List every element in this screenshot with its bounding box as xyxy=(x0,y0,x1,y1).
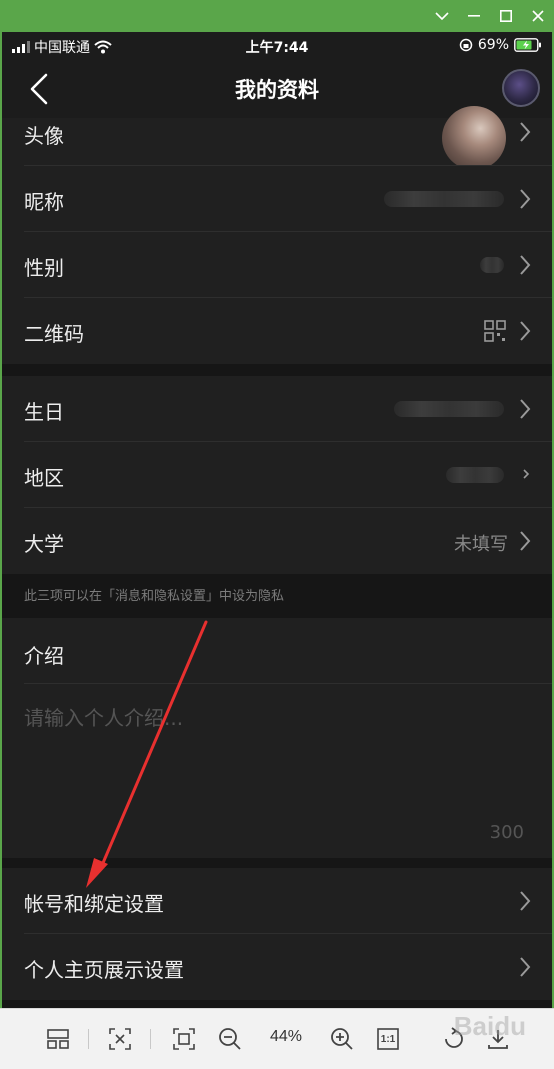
privacy-hint: 此三项可以在「消息和隐私设置」中设为隐私 xyxy=(24,589,285,604)
row-avatar-label: 头像 xyxy=(24,124,64,148)
rotation-lock-icon xyxy=(459,38,473,52)
section-divider xyxy=(2,858,552,868)
blurred-value xyxy=(394,401,504,417)
row-qrcode[interactable]: 二维码 xyxy=(2,298,552,364)
chevron-down-icon[interactable] xyxy=(426,0,458,32)
row-homepage-label: 个人主页展示设置 xyxy=(24,958,184,982)
qrcode-icon xyxy=(484,320,506,342)
intro-placeholder: 请输入个人介绍... xyxy=(24,706,184,730)
page-title: 我的资料 xyxy=(235,78,319,102)
battery-icon xyxy=(514,38,541,52)
zoom-in-icon[interactable] xyxy=(328,1025,356,1053)
viewer-toolbar: 44% 1:1 Baidu xyxy=(0,1008,554,1069)
section-divider xyxy=(2,1000,552,1008)
battery-percent: 69% xyxy=(477,37,509,53)
actual-size-button[interactable]: 1:1 xyxy=(374,1025,402,1053)
row-account-binding[interactable]: 帐号和绑定设置 xyxy=(2,868,552,934)
chevron-right-icon xyxy=(520,399,531,419)
actual-size-label: 1:1 xyxy=(380,1033,396,1045)
row-homepage-settings[interactable]: 个人主页展示设置 xyxy=(2,934,552,1000)
minimize-icon[interactable] xyxy=(458,0,490,32)
row-gender-label: 性别 xyxy=(24,256,64,280)
maximize-icon[interactable] xyxy=(490,0,522,32)
chevron-right-icon xyxy=(520,255,531,275)
row-account-label: 帐号和绑定设置 xyxy=(24,892,164,916)
chevron-right-icon xyxy=(520,891,531,911)
row-region-label: 地区 xyxy=(24,466,64,490)
intro-char-count: 300 xyxy=(489,822,524,843)
zoom-out-icon[interactable] xyxy=(216,1025,244,1053)
window-titlebar xyxy=(0,0,554,32)
row-intro-label: 介绍 xyxy=(24,644,64,668)
row-university-label: 大学 xyxy=(24,532,64,556)
row-intro: 介绍 xyxy=(2,618,552,684)
thumbnail-grid-icon[interactable] xyxy=(44,1025,72,1053)
chevron-right-icon xyxy=(523,469,530,479)
row-nickname[interactable]: 昵称 xyxy=(2,166,552,232)
intro-input[interactable]: 请输入个人介绍... 300 xyxy=(2,684,552,858)
blurred-value xyxy=(446,467,504,483)
row-university-value: 未填写 xyxy=(454,534,508,555)
chevron-right-icon xyxy=(520,189,531,209)
row-university[interactable]: 大学 未填写 xyxy=(2,508,552,574)
profile-avatar xyxy=(442,106,506,170)
section-divider xyxy=(2,364,552,376)
fullscreen-icon[interactable] xyxy=(170,1025,198,1053)
chevron-right-icon xyxy=(520,957,531,977)
phone-screen: 中国联通 上午7:44 69% 我的资料 头像 昵称 性别 二维码 生日 地区 … xyxy=(2,32,552,1008)
chevron-right-icon xyxy=(520,122,531,142)
row-nickname-label: 昵称 xyxy=(24,190,64,214)
row-birthday[interactable]: 生日 xyxy=(2,376,552,442)
watermark: Baidu xyxy=(453,1011,526,1041)
privacy-hint-section: 此三项可以在「消息和隐私设置」中设为隐私 xyxy=(2,574,552,618)
blurred-value xyxy=(480,257,504,273)
fit-screen-icon[interactable] xyxy=(106,1025,134,1053)
row-birthday-label: 生日 xyxy=(24,400,64,424)
status-bar: 中国联通 上午7:44 69% xyxy=(2,32,552,60)
chevron-right-icon xyxy=(520,321,531,341)
row-avatar[interactable]: 头像 xyxy=(2,106,552,170)
close-icon[interactable] xyxy=(522,0,554,32)
avatar[interactable] xyxy=(502,69,540,107)
row-gender[interactable]: 性别 xyxy=(2,232,552,298)
row-region[interactable]: 地区 xyxy=(2,442,552,508)
blurred-value xyxy=(384,191,504,207)
zoom-level: 44% xyxy=(269,1028,303,1045)
chevron-right-icon xyxy=(520,531,531,551)
row-qrcode-label: 二维码 xyxy=(24,322,84,346)
